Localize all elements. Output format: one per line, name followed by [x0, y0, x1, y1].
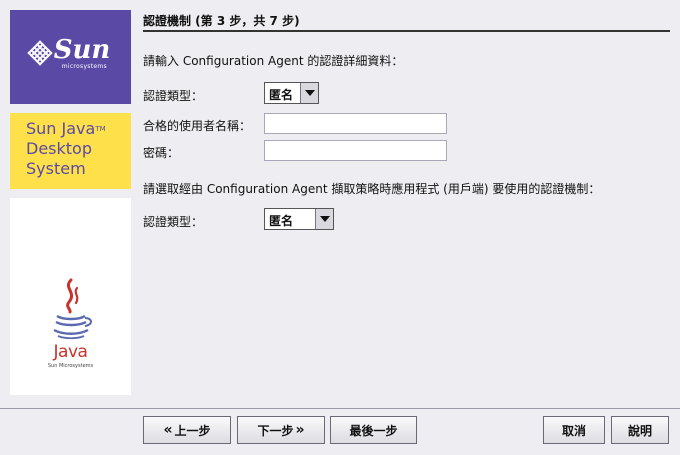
client-auth-type-label: 認證類型： — [143, 215, 204, 229]
client-auth-instruction: 請選取經由 Configuration Agent 擷取策略時應用程式 (用戶端… — [143, 182, 601, 196]
java-wordmark: Java — [53, 342, 88, 362]
client-auth-dropdown-button[interactable] — [315, 209, 333, 229]
sun-subtitle: microsystems — [61, 62, 107, 70]
next-button[interactable]: 下一步 » — [237, 416, 325, 444]
page-title: 認證機制 (第 3 步，共 7 步) — [143, 14, 300, 28]
java-logo-panel: Java Sun Microsystems — [10, 198, 131, 395]
double-chevron-right-icon: » — [295, 422, 305, 438]
sun-logo-panel: Sun microsystems — [10, 10, 131, 104]
product-line-1: Sun Java — [26, 119, 96, 138]
username-label: 合格的使用者名稱： — [143, 119, 252, 133]
client-auth-type-select[interactable]: 匿名 — [264, 208, 334, 230]
password-label: 密碼： — [143, 146, 180, 160]
product-line-3: System — [26, 159, 86, 178]
footer-divider — [0, 408, 680, 409]
double-chevron-left-icon: « — [163, 422, 173, 438]
auth-type-select[interactable]: 匿名 — [264, 82, 319, 104]
chevron-down-icon — [319, 216, 330, 222]
username-input[interactable] — [264, 113, 447, 134]
chevron-down-icon — [304, 90, 315, 96]
java-cup-icon — [52, 278, 92, 340]
last-step-button-label: 最後一步 — [349, 423, 398, 438]
last-step-button[interactable]: 最後一步 — [330, 416, 417, 444]
sun-logo: Sun microsystems — [26, 34, 111, 70]
instruction-text: 請輸入 Configuration Agent 的認證詳細資料： — [143, 54, 404, 68]
password-input[interactable] — [264, 140, 447, 161]
trademark-mark: TM — [95, 125, 106, 133]
help-button[interactable]: 說明 — [611, 416, 669, 444]
back-button[interactable]: « 上一步 — [143, 416, 231, 444]
auth-type-label: 認證類型： — [143, 89, 204, 103]
auth-type-dropdown-button[interactable] — [300, 83, 318, 103]
title-divider — [143, 30, 670, 32]
client-auth-type-value: 匿名 — [269, 214, 294, 228]
back-button-label: 上一步 — [174, 423, 211, 438]
help-button-label: 說明 — [627, 423, 652, 438]
product-name-panel: Sun JavaTM Desktop System — [10, 113, 131, 189]
cancel-button-label: 取消 — [561, 423, 586, 438]
cancel-button[interactable]: 取消 — [543, 416, 605, 444]
sun-diamond-icon — [26, 40, 53, 66]
java-subtitle: Sun Microsystems — [47, 363, 94, 369]
product-line-2: Desktop — [26, 139, 92, 158]
auth-type-value: 匿名 — [269, 88, 294, 102]
sun-wordmark: Sun — [53, 34, 111, 65]
next-button-label: 下一步 — [257, 423, 294, 438]
